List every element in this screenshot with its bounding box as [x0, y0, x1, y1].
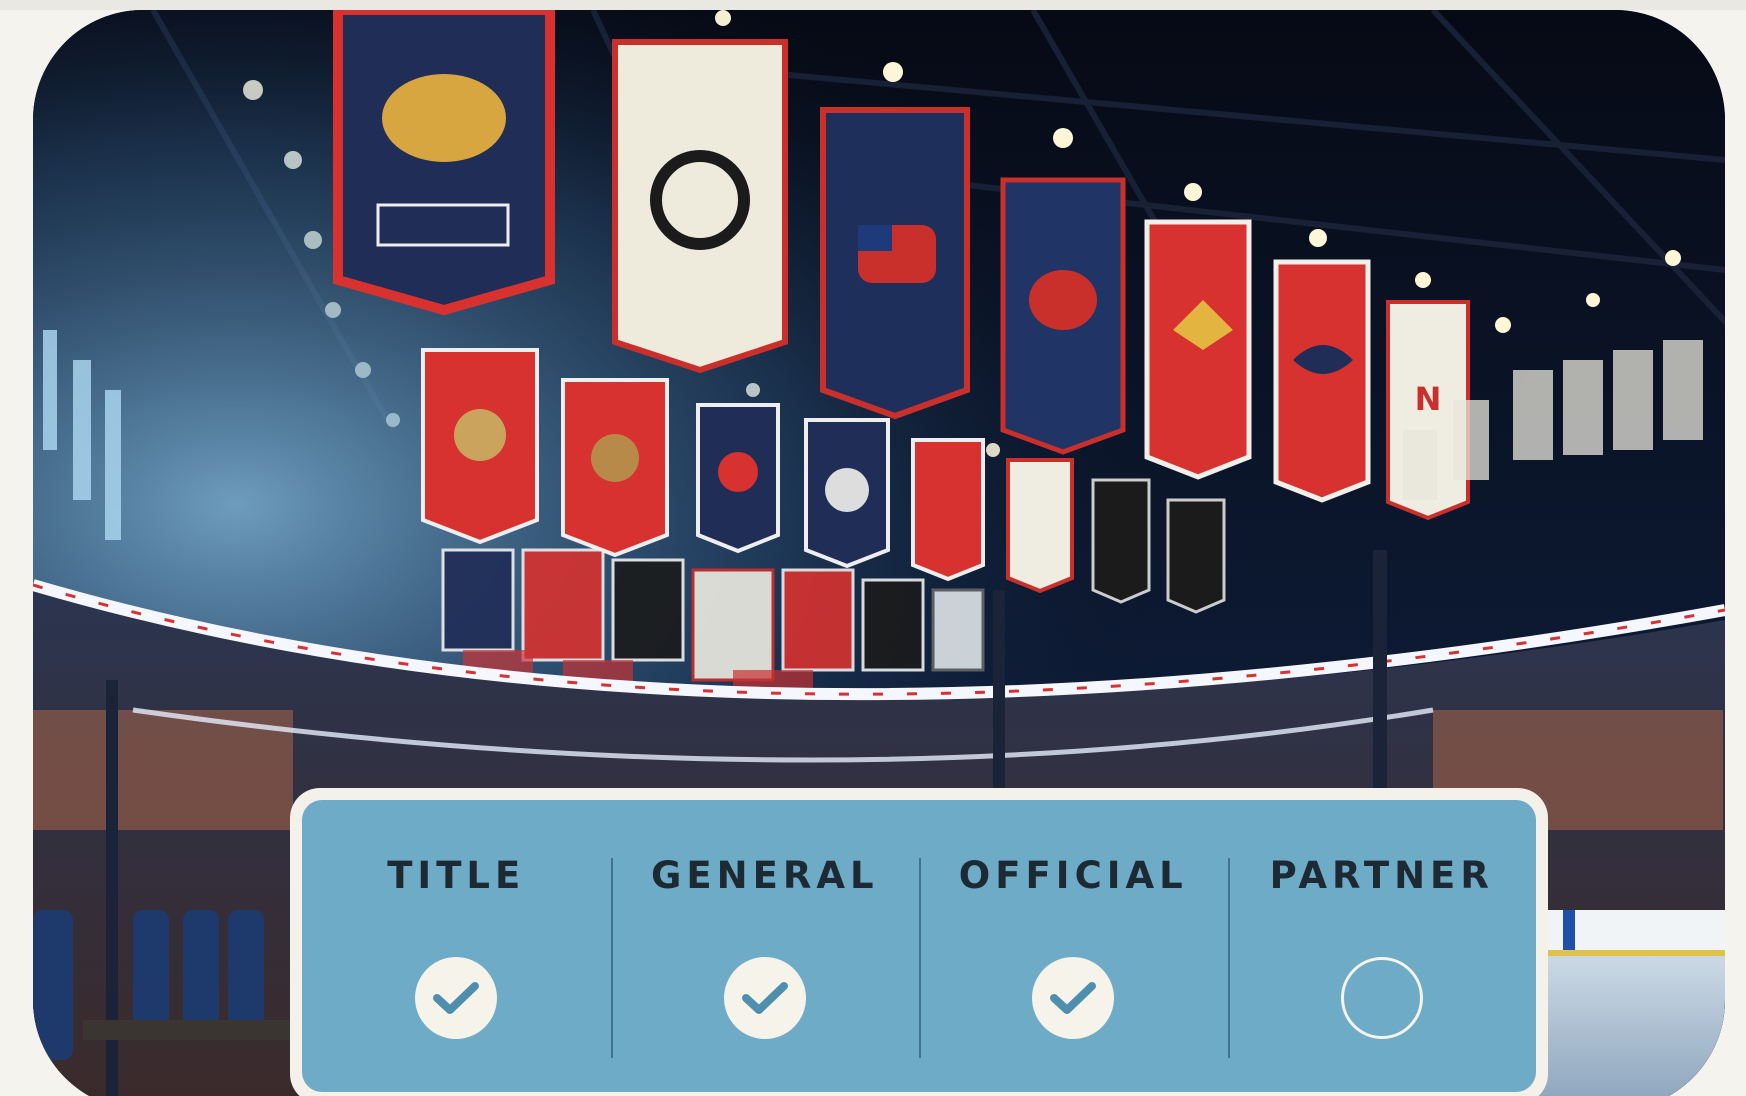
tier-column-official: OFFICIAL: [919, 800, 1228, 1092]
checkmark-icon: [415, 957, 498, 1039]
page: N TITLE GENERAL OFFICIAL PARTNER: [0, 0, 1746, 1096]
tier-label: TITLE: [387, 854, 526, 897]
svg-text:N: N: [1415, 380, 1442, 418]
sponsorship-tier-table: TITLE GENERAL OFFICIAL PARTNER: [302, 800, 1536, 1092]
tier-column-general: GENERAL: [610, 800, 920, 1092]
checkmark-icon: [1032, 957, 1115, 1039]
tier-column-partner: PARTNER: [1227, 800, 1537, 1092]
tier-label: PARTNER: [1269, 854, 1494, 897]
sponsorship-tier-panel: TITLE GENERAL OFFICIAL PARTNER: [290, 788, 1548, 1096]
tier-label: OFFICIAL: [958, 854, 1188, 897]
checkmark-icon: [723, 957, 806, 1039]
top-strip: [0, 0, 1746, 10]
tier-label: GENERAL: [650, 854, 879, 897]
empty-circle-icon: [1340, 957, 1423, 1039]
tier-column-title: TITLE: [302, 800, 611, 1092]
